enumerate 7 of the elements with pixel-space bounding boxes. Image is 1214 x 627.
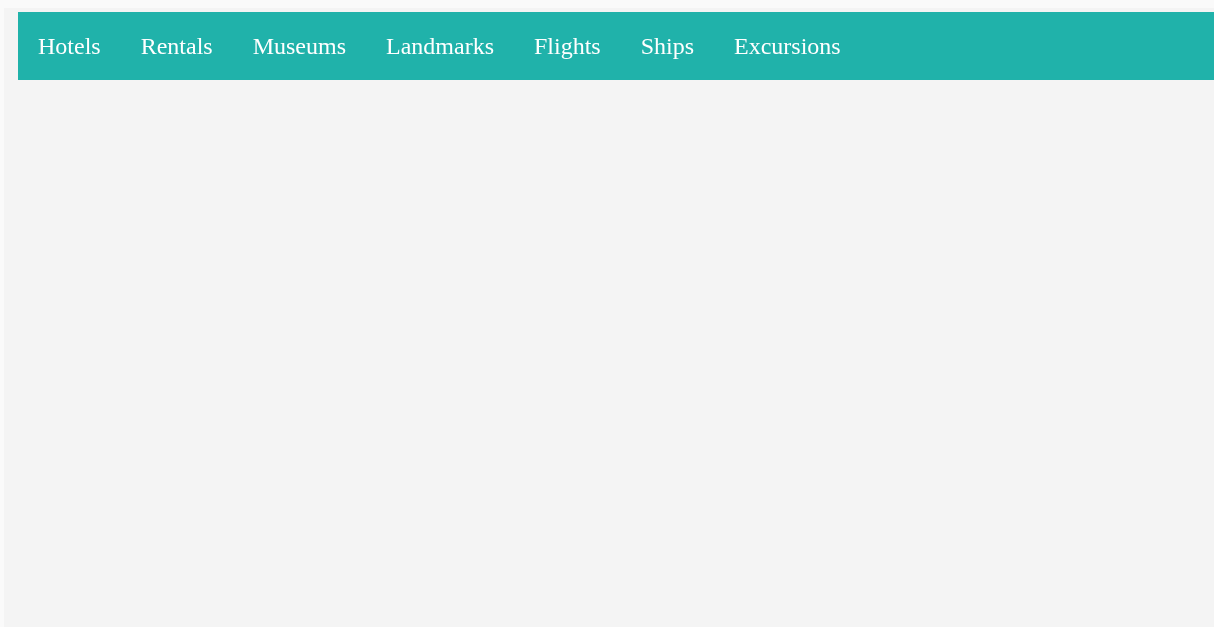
nav-link[interactable]: Rentals xyxy=(140,32,213,60)
nav-link[interactable]: Museums xyxy=(252,32,346,60)
nav-link[interactable]: Ships xyxy=(640,32,695,60)
nav-link[interactable]: Landmarks xyxy=(386,32,494,60)
nav-link[interactable]: Excursions xyxy=(734,32,841,60)
nav-link[interactable]: Hotels xyxy=(38,32,101,60)
nav-link[interactable]: Flights xyxy=(534,32,601,60)
